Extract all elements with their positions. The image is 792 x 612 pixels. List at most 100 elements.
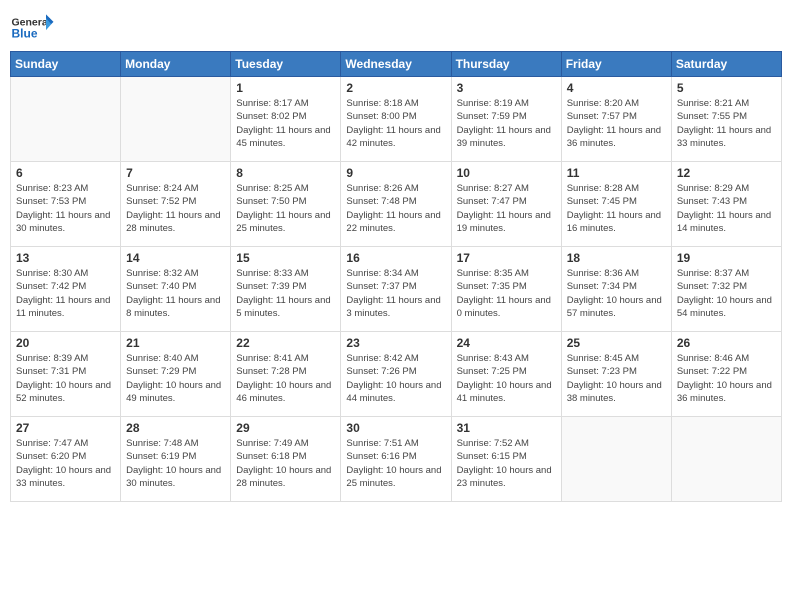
day-number: 16 xyxy=(346,251,445,265)
day-info: Sunrise: 8:25 AM Sunset: 7:50 PM Dayligh… xyxy=(236,182,335,235)
calendar-cell: 30Sunrise: 7:51 AM Sunset: 6:16 PM Dayli… xyxy=(341,417,451,502)
calendar-week-3: 13Sunrise: 8:30 AM Sunset: 7:42 PM Dayli… xyxy=(11,247,782,332)
day-number: 27 xyxy=(16,421,115,435)
calendar-cell: 4Sunrise: 8:20 AM Sunset: 7:57 PM Daylig… xyxy=(561,77,671,162)
day-info: Sunrise: 8:39 AM Sunset: 7:31 PM Dayligh… xyxy=(16,352,115,405)
day-info: Sunrise: 7:48 AM Sunset: 6:19 PM Dayligh… xyxy=(126,437,225,490)
day-number: 5 xyxy=(677,81,776,95)
calendar-week-1: 1 Sunrise: 8:17 AM Sunset: 8:02 PM Daylig… xyxy=(11,77,782,162)
day-info: Sunrise: 8:21 AM Sunset: 7:55 PM Dayligh… xyxy=(677,97,776,150)
calendar-cell: 27 Sunrise: 7:47 AM Sunset: 6:20 PM Dayli… xyxy=(11,417,121,502)
day-info: Sunrise: 8:43 AM Sunset: 7:25 PM Dayligh… xyxy=(457,352,556,405)
day-number: 28 xyxy=(126,421,225,435)
weekday-tuesday: Tuesday xyxy=(231,52,341,77)
calendar-cell: 28 Sunrise: 7:48 AM Sunset: 6:19 PM Dayli… xyxy=(121,417,231,502)
day-info: Sunrise: 8:26 AM Sunset: 7:48 PM Dayligh… xyxy=(346,182,445,235)
day-number: 12 xyxy=(677,166,776,180)
calendar-cell: 7Sunrise: 8:24 AM Sunset: 7:52 PM Daylig… xyxy=(121,162,231,247)
day-number: 22 xyxy=(236,336,335,350)
day-info: Sunrise: 8:45 AM Sunset: 7:23 PM Dayligh… xyxy=(567,352,666,405)
day-info: Sunrise: 8:19 AM Sunset: 7:59 PM Dayligh… xyxy=(457,97,556,150)
svg-text:Blue: Blue xyxy=(12,27,38,41)
weekday-thursday: Thursday xyxy=(451,52,561,77)
day-number: 1 xyxy=(236,81,335,95)
day-info: Sunrise: 8:35 AM Sunset: 7:35 PM Dayligh… xyxy=(457,267,556,320)
calendar-cell: 1 Sunrise: 8:17 AM Sunset: 8:02 PM Daylig… xyxy=(231,77,341,162)
calendar-cell: 6 Sunrise: 8:23 AM Sunset: 7:53 PM Daylig… xyxy=(11,162,121,247)
day-number: 20 xyxy=(16,336,115,350)
day-info: Sunrise: 8:37 AM Sunset: 7:32 PM Dayligh… xyxy=(677,267,776,320)
day-info: Sunrise: 8:41 AM Sunset: 7:28 PM Dayligh… xyxy=(236,352,335,405)
day-info: Sunrise: 8:42 AM Sunset: 7:26 PM Dayligh… xyxy=(346,352,445,405)
weekday-monday: Monday xyxy=(121,52,231,77)
day-number: 26 xyxy=(677,336,776,350)
calendar-cell: 14 Sunrise: 8:32 AM Sunset: 7:40 PM Dayli… xyxy=(121,247,231,332)
day-number: 30 xyxy=(346,421,445,435)
day-number: 31 xyxy=(457,421,556,435)
day-info: Sunrise: 8:32 AM Sunset: 7:40 PM Dayligh… xyxy=(126,267,225,320)
day-info: Sunrise: 8:46 AM Sunset: 7:22 PM Dayligh… xyxy=(677,352,776,405)
weekday-saturday: Saturday xyxy=(671,52,781,77)
day-info: Sunrise: 8:30 AM Sunset: 7:42 PM Dayligh… xyxy=(16,267,115,320)
calendar-cell: 12 Sunrise: 8:29 AM Sunset: 7:43 PM Dayli… xyxy=(671,162,781,247)
calendar-cell: 29 Sunrise: 7:49 AM Sunset: 6:18 PM Dayli… xyxy=(231,417,341,502)
logo-icon: General Blue xyxy=(10,10,55,45)
day-number: 14 xyxy=(126,251,225,265)
calendar-cell: 22 Sunrise: 8:41 AM Sunset: 7:28 PM Dayli… xyxy=(231,332,341,417)
calendar-cell xyxy=(11,77,121,162)
calendar-cell: 24 Sunrise: 8:43 AM Sunset: 7:25 PM Dayli… xyxy=(451,332,561,417)
calendar-cell xyxy=(561,417,671,502)
logo: General Blue xyxy=(10,10,55,45)
calendar-cell: 26 Sunrise: 8:46 AM Sunset: 7:22 PM Dayli… xyxy=(671,332,781,417)
day-number: 2 xyxy=(346,81,445,95)
calendar-cell: 10 Sunrise: 8:27 AM Sunset: 7:47 PM Dayli… xyxy=(451,162,561,247)
day-number: 11 xyxy=(567,166,666,180)
day-info: Sunrise: 8:17 AM Sunset: 8:02 PM Dayligh… xyxy=(236,97,335,150)
calendar-week-2: 6 Sunrise: 8:23 AM Sunset: 7:53 PM Daylig… xyxy=(11,162,782,247)
day-info: Sunrise: 8:33 AM Sunset: 7:39 PM Dayligh… xyxy=(236,267,335,320)
weekday-friday: Friday xyxy=(561,52,671,77)
calendar-cell: 9 Sunrise: 8:26 AM Sunset: 7:48 PM Daylig… xyxy=(341,162,451,247)
day-info: Sunrise: 7:49 AM Sunset: 6:18 PM Dayligh… xyxy=(236,437,335,490)
calendar-cell: 21Sunrise: 8:40 AM Sunset: 7:29 PM Dayli… xyxy=(121,332,231,417)
day-info: Sunrise: 8:18 AM Sunset: 8:00 PM Dayligh… xyxy=(346,97,445,150)
day-number: 23 xyxy=(346,336,445,350)
day-info: Sunrise: 8:23 AM Sunset: 7:53 PM Dayligh… xyxy=(16,182,115,235)
calendar-cell: 20 Sunrise: 8:39 AM Sunset: 7:31 PM Dayli… xyxy=(11,332,121,417)
calendar-cell: 8 Sunrise: 8:25 AM Sunset: 7:50 PM Daylig… xyxy=(231,162,341,247)
calendar-week-4: 20 Sunrise: 8:39 AM Sunset: 7:31 PM Dayli… xyxy=(11,332,782,417)
calendar-cell: 18Sunrise: 8:36 AM Sunset: 7:34 PM Dayli… xyxy=(561,247,671,332)
day-number: 15 xyxy=(236,251,335,265)
weekday-header-row: SundayMondayTuesdayWednesdayThursdayFrid… xyxy=(11,52,782,77)
day-number: 17 xyxy=(457,251,556,265)
weekday-sunday: Sunday xyxy=(11,52,121,77)
calendar-cell: 2 Sunrise: 8:18 AM Sunset: 8:00 PM Daylig… xyxy=(341,77,451,162)
day-number: 4 xyxy=(567,81,666,95)
day-number: 19 xyxy=(677,251,776,265)
day-number: 24 xyxy=(457,336,556,350)
day-number: 10 xyxy=(457,166,556,180)
calendar-cell: 17 Sunrise: 8:35 AM Sunset: 7:35 PM Dayli… xyxy=(451,247,561,332)
day-number: 8 xyxy=(236,166,335,180)
day-number: 25 xyxy=(567,336,666,350)
day-number: 29 xyxy=(236,421,335,435)
day-info: Sunrise: 8:24 AM Sunset: 7:52 PM Dayligh… xyxy=(126,182,225,235)
calendar-cell: 31Sunrise: 7:52 AM Sunset: 6:15 PM Dayli… xyxy=(451,417,561,502)
day-info: Sunrise: 8:28 AM Sunset: 7:45 PM Dayligh… xyxy=(567,182,666,235)
calendar-cell: 3Sunrise: 8:19 AM Sunset: 7:59 PM Daylig… xyxy=(451,77,561,162)
calendar-cell: 19 Sunrise: 8:37 AM Sunset: 7:32 PM Dayli… xyxy=(671,247,781,332)
calendar-cell: 16Sunrise: 8:34 AM Sunset: 7:37 PM Dayli… xyxy=(341,247,451,332)
day-number: 6 xyxy=(16,166,115,180)
day-info: Sunrise: 7:47 AM Sunset: 6:20 PM Dayligh… xyxy=(16,437,115,490)
calendar-cell xyxy=(671,417,781,502)
day-info: Sunrise: 8:29 AM Sunset: 7:43 PM Dayligh… xyxy=(677,182,776,235)
weekday-wednesday: Wednesday xyxy=(341,52,451,77)
calendar-body: 1 Sunrise: 8:17 AM Sunset: 8:02 PM Daylig… xyxy=(11,77,782,502)
day-info: Sunrise: 8:27 AM Sunset: 7:47 PM Dayligh… xyxy=(457,182,556,235)
page-header: General Blue xyxy=(10,10,782,45)
calendar-table: SundayMondayTuesdayWednesdayThursdayFrid… xyxy=(10,51,782,502)
day-number: 18 xyxy=(567,251,666,265)
calendar-cell: 11 Sunrise: 8:28 AM Sunset: 7:45 PM Dayli… xyxy=(561,162,671,247)
day-number: 9 xyxy=(346,166,445,180)
calendar-cell: 25 Sunrise: 8:45 AM Sunset: 7:23 PM Dayli… xyxy=(561,332,671,417)
